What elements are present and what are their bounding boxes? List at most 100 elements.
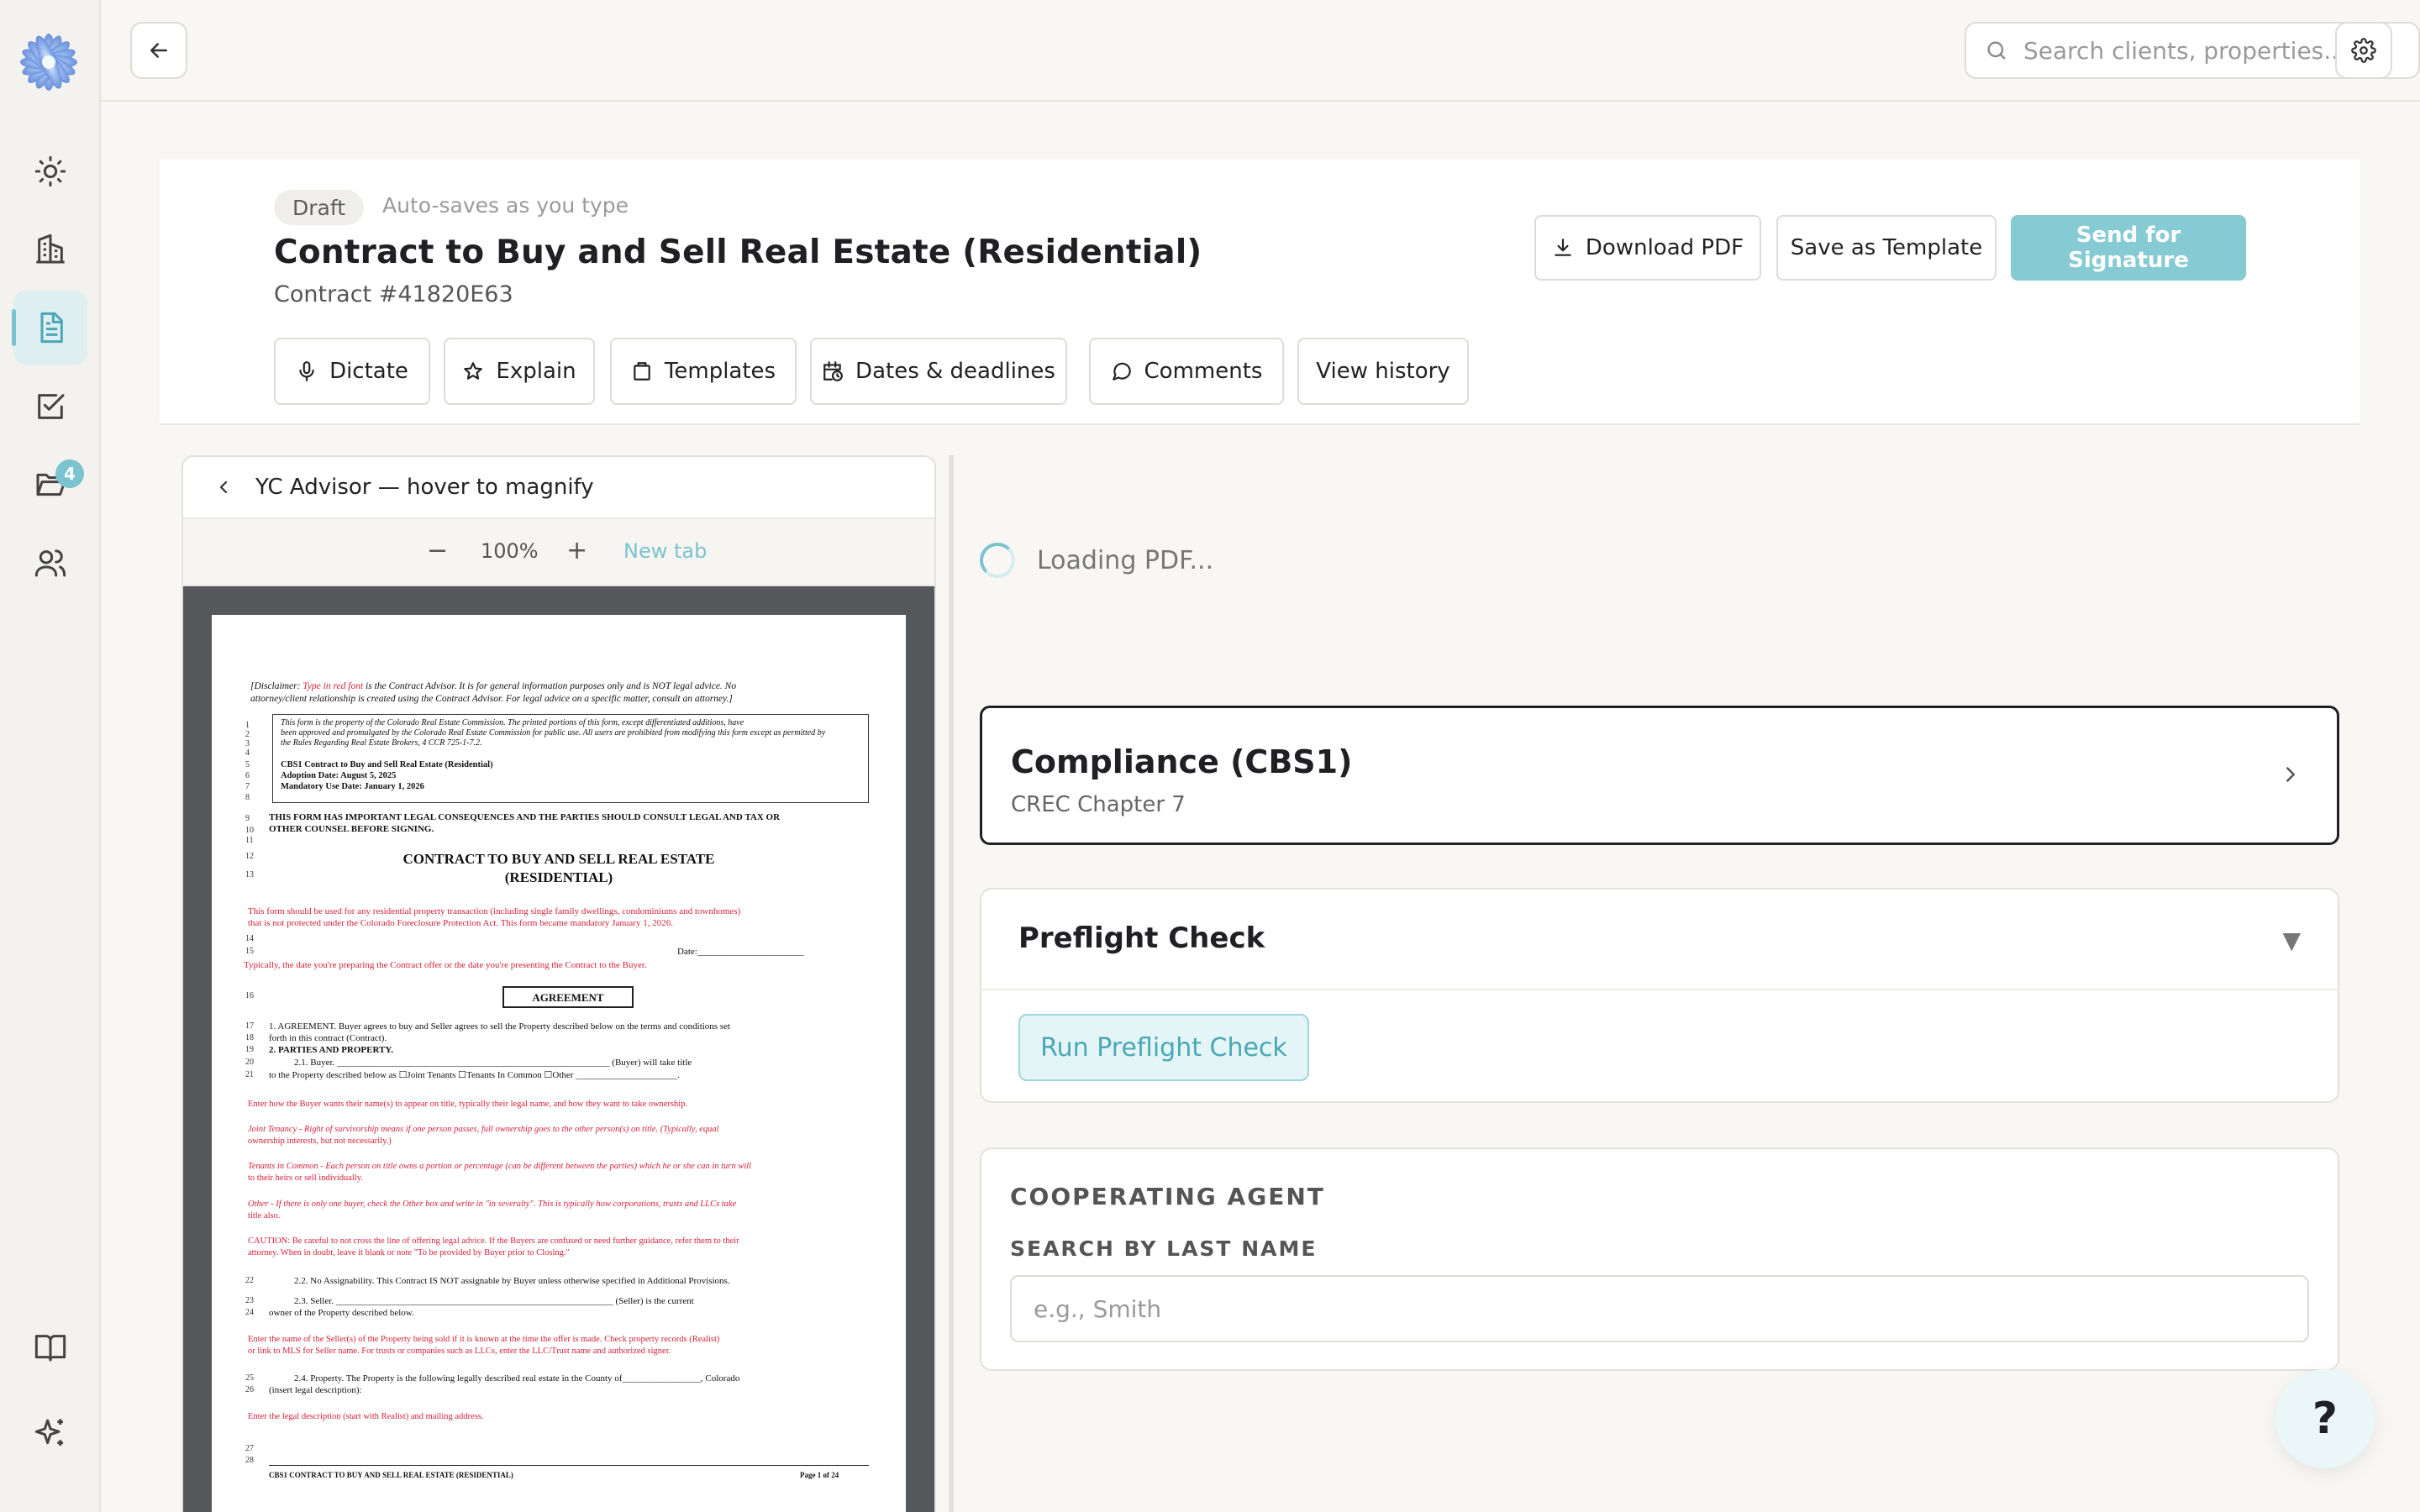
zoom-toolbar: − 100% + New tab (183, 519, 934, 586)
compliance-card[interactable]: Compliance (CBS1) CREC Chapter 7 (980, 706, 2339, 845)
nav-guide[interactable] (13, 1310, 87, 1384)
pdf-footer-right: Page 1 of 24 (800, 1471, 839, 1479)
explain-button[interactable]: Explain (444, 338, 595, 405)
last-name-search-input[interactable] (1010, 1275, 2309, 1342)
pdf-line-number: 11 (245, 836, 254, 845)
settings-button[interactable] (2335, 22, 2392, 79)
zoom-out-button[interactable]: − (427, 536, 448, 565)
calendar-clock-icon (823, 361, 843, 381)
viewer-title: YC Advisor — hover to magnify (255, 475, 594, 500)
pdf-line-number: 1 (245, 721, 250, 730)
pdf-warning: OTHER COUNSEL BEFORE SIGNING. (269, 824, 434, 834)
cooperating-agent-panel: COOPERATING AGENT SEARCH BY LAST NAME (980, 1147, 2339, 1371)
gear-icon (2351, 38, 2376, 63)
app-logo[interactable] (15, 29, 82, 96)
run-preflight-button[interactable]: Run Preflight Check (1018, 1014, 1309, 1081)
view-history-button[interactable]: View history (1297, 338, 1469, 405)
building-icon (36, 234, 65, 264)
nav-files[interactable]: 4 (13, 448, 87, 522)
nav-tasks[interactable] (13, 370, 87, 444)
pdf-advisor-note: ownership interests, but not necessarily… (248, 1137, 392, 1146)
pdf-advisor-note: Other - If there is only one buyer, chec… (248, 1200, 737, 1209)
pdf-warning: THIS FORM HAS IMPORTANT LEGAL CONSEQUENC… (269, 812, 781, 822)
back-button[interactable] (130, 22, 187, 79)
pdf-line-number: 21 (245, 1070, 254, 1079)
pdf-line-number: 26 (245, 1385, 254, 1394)
zoom-in-button[interactable]: + (566, 536, 587, 565)
pdf-advisor-note: to their heirs or sell individually. (248, 1173, 363, 1183)
pdf-line-number: 18 (245, 1033, 254, 1042)
pdf-advisor-note: or link to MLS for Seller name. For trus… (248, 1347, 671, 1356)
dictate-button[interactable]: Dictate (274, 338, 430, 405)
templates-label: Templates (664, 359, 776, 384)
save-as-template-label: Save as Template (1790, 235, 1983, 260)
nav-ai-assistant[interactable] (13, 1396, 87, 1470)
pdf-advisor-note: CAUTION: Be careful to not cross the lin… (248, 1236, 739, 1246)
nav-clients[interactable] (13, 526, 87, 600)
download-pdf-button[interactable]: Download PDF (1534, 215, 1761, 281)
send-for-signature-button[interactable]: Send for Signature (2011, 215, 2246, 281)
view-history-label: View history (1316, 359, 1450, 384)
save-as-template-button[interactable]: Save as Template (1776, 215, 1996, 281)
templates-button[interactable]: Templates (610, 338, 797, 405)
panel-resize-handle[interactable] (949, 455, 954, 1512)
pdf-line-number: 6 (245, 771, 250, 780)
top-bar (101, 0, 2420, 102)
pdf-advisor-note: Enter the name of the Seller(s) of the P… (248, 1335, 720, 1344)
pdf-line-number: 25 (245, 1373, 254, 1383)
pdf-line-number: 16 (245, 991, 254, 1000)
pdf-line-number: 27 (245, 1444, 254, 1453)
pdf-advisor-note: This form should be used for any residen… (248, 906, 741, 916)
pdf-loading-indicator: Loading PDF... (980, 543, 1213, 578)
pdf-line-number: 13 (245, 870, 254, 879)
pdf-section: 2.4. Property. The Property is the follo… (294, 1373, 740, 1383)
zoom-level: 100% (481, 539, 539, 563)
pdf-box-line: Mandatory Use Date: January 1, 2026 (281, 782, 424, 791)
dictate-label: Dictate (329, 359, 408, 384)
pdf-section: 2. PARTIES AND PROPERTY. (269, 1045, 394, 1055)
nav-contracts[interactable] (12, 291, 87, 365)
pdf-section: 1. AGREEMENT. Buyer agrees to buy and Se… (269, 1021, 731, 1032)
caret-down-icon[interactable]: ▼ (2282, 927, 2301, 954)
pdf-disclaimer: [Disclaimer: Type in red font is the Con… (250, 681, 737, 691)
pdf-line-number: 22 (245, 1276, 254, 1285)
pdf-advisor-note: title also. (248, 1211, 281, 1221)
pdf-box-line: the Rules Regarding Real Estate Brokers,… (281, 738, 482, 748)
pdf-advisor-note: attorney. When in doubt, leave it blank … (248, 1248, 570, 1257)
pdf-box-line: CBS1 Contract to Buy and Sell Real Estat… (281, 760, 493, 769)
pdf-advisor-note: that is not protected under the Colorado… (248, 918, 673, 928)
pdf-page: [Disclaimer: Type in red font is the Con… (212, 615, 906, 1512)
comments-button[interactable]: Comments (1089, 338, 1284, 405)
spinner-icon (980, 543, 1015, 578)
pdf-section: 2.2. No Assignability. This Contract IS … (294, 1276, 730, 1286)
pdf-box-line: This form is the property of the Colorad… (281, 718, 744, 727)
nav-dashboard[interactable] (13, 134, 87, 208)
preflight-header[interactable]: Preflight Check ▼ (981, 890, 2338, 990)
new-tab-link[interactable]: New tab (623, 539, 707, 563)
dates-deadlines-label: Dates & deadlines (855, 359, 1055, 384)
nav-properties[interactable] (13, 213, 87, 286)
page-title: Contract to Buy and Sell Real Estate (Re… (274, 234, 1202, 271)
checkbox-icon (38, 394, 65, 419)
pdf-line-number: 15 (245, 947, 254, 956)
pdf-footer-left: CBS1 CONTRACT TO BUY AND SELL REAL ESTAT… (269, 1471, 513, 1479)
pdf-line-number: 28 (245, 1456, 254, 1465)
sidebar: 4 (0, 0, 101, 1512)
chevron-left-icon[interactable] (213, 477, 234, 497)
microphone-icon (299, 361, 314, 381)
send-for-signature-label: Send for Signature (2068, 223, 2189, 273)
viewer-header: YC Advisor — hover to magnify (183, 457, 934, 519)
pdf-line-number: 14 (245, 934, 254, 943)
pdf-heading: (RESIDENTIAL) (504, 869, 613, 885)
dates-deadlines-button[interactable]: Dates & deadlines (810, 338, 1067, 405)
pdf-line-number: 7 (245, 782, 250, 791)
pdf-line-number: 8 (245, 793, 250, 802)
chevron-right-icon (2286, 767, 2295, 782)
pdf-line-number: 19 (245, 1045, 254, 1054)
autosave-note: Auto-saves as you type (382, 193, 629, 218)
pdf-line-number: 17 (245, 1021, 254, 1031)
contract-header: Draft Auto-saves as you type Contract to… (160, 160, 2360, 425)
pdf-canvas: [Disclaimer: Type in red font is the Con… (183, 586, 934, 1512)
sparkles-icon (34, 1419, 63, 1446)
help-button[interactable]: ? (2275, 1369, 2375, 1468)
